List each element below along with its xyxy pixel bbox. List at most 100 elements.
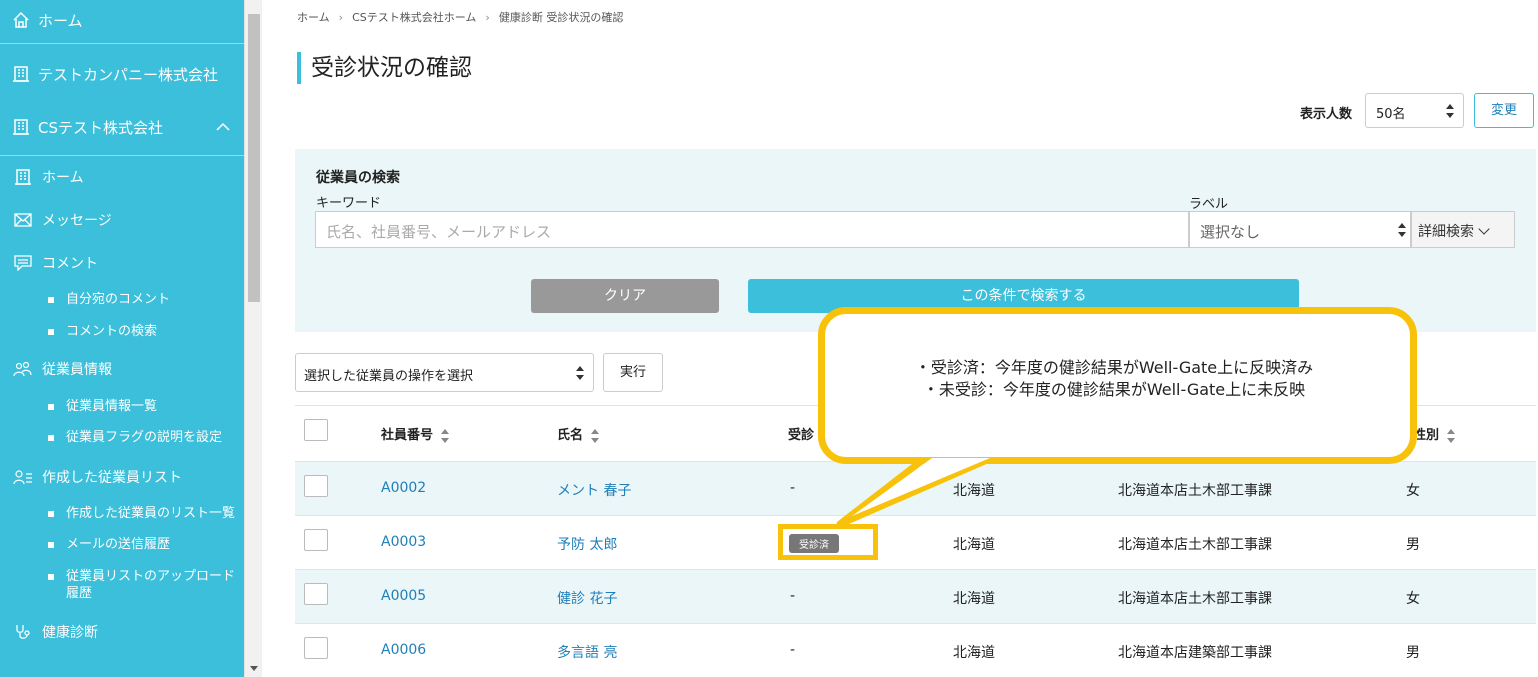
bullet xyxy=(48,574,54,580)
search-panel: 従業員の検索 キーワード 氏名、社員番号、メールアドレス ラベル 選択なし 詳細… xyxy=(295,149,1536,332)
scrollbar-thumb[interactable] xyxy=(248,14,260,302)
employee-id-link[interactable]: A0006 xyxy=(381,642,426,658)
employee-id-link[interactable]: A0002 xyxy=(381,480,426,496)
employee-name-link[interactable]: メント 春子 xyxy=(557,480,631,500)
breadcrumb-separator-icon: › xyxy=(338,11,344,24)
sidebar-subitem-comment-search[interactable]: コメントの検索 xyxy=(48,323,244,340)
sidebar-item-comments[interactable]: コメント xyxy=(0,252,244,274)
detail-search-button[interactable]: 詳細検索 xyxy=(1411,211,1515,248)
display-count-label: 表示人数 xyxy=(1300,107,1353,122)
gender-text: 男 xyxy=(1406,537,1420,553)
column-header-gender[interactable]: 性別 xyxy=(1413,424,1456,443)
sidebar-subitem-label: 従業員リストのアップロード履歴 xyxy=(66,569,236,601)
display-count-value: 50名 xyxy=(1376,107,1406,122)
status-text: - xyxy=(790,642,796,658)
home-icon xyxy=(8,11,34,29)
sidebar-subitem-employee-flag[interactable]: 従業員フラグの説明を設定 xyxy=(48,429,244,446)
column-header-label: 氏名 xyxy=(557,428,584,443)
department-text: 北海道本店土木部工事課 xyxy=(1118,537,1272,553)
sort-icon[interactable] xyxy=(441,428,450,443)
sidebar: ホーム テストカンパニー株式会社 CSテスト株式会社 ホーム メッセージ コメン… xyxy=(0,0,244,677)
table-row: A0002 メント 春子 - 北海道 北海道本店土木部工事課 女 xyxy=(295,461,1536,515)
employee-name-link[interactable]: 健診 花子 xyxy=(557,588,617,608)
employee-id-link[interactable]: A0005 xyxy=(381,588,426,604)
clear-button[interactable]: クリア xyxy=(531,279,719,313)
breadcrumb-company-home[interactable]: CSテスト株式会社ホーム xyxy=(352,11,476,24)
department-text: 北海道本店土木部工事課 xyxy=(1118,483,1272,499)
row-checkbox[interactable] xyxy=(304,583,328,605)
label-select-value: 選択なし xyxy=(1200,223,1261,241)
column-header-name[interactable]: 氏名 xyxy=(557,424,600,443)
breadcrumb-home[interactable]: ホーム xyxy=(297,11,330,24)
sidebar-scrollbar[interactable] xyxy=(244,0,262,677)
display-count-select[interactable]: 50名 xyxy=(1365,93,1464,128)
employee-id-link[interactable]: A0003 xyxy=(381,534,426,550)
select-all-checkbox[interactable] xyxy=(304,419,328,441)
annotation-highlight-box xyxy=(778,524,878,560)
keyword-label: キーワード xyxy=(316,196,382,211)
sidebar-item-employee-info[interactable]: 従業員情報 xyxy=(0,358,244,380)
row-checkbox[interactable] xyxy=(304,529,328,551)
scroll-down-arrow-icon[interactable] xyxy=(250,666,258,671)
chevron-up-icon[interactable] xyxy=(216,118,230,136)
bulk-action-select[interactable]: 選択した従業員の操作を選択 xyxy=(295,353,594,392)
sidebar-subitem-created-list-index[interactable]: 作成した従業員のリスト一覧 xyxy=(48,505,244,522)
building-icon xyxy=(8,65,34,83)
sidebar-item-health-check[interactable]: 健康診断 xyxy=(0,621,244,643)
annotation-text: ・受診済：今年度の健診結果がWell-Gate上に反映済み ・未受診：今年度の健… xyxy=(854,357,1374,401)
person-list-icon xyxy=(10,469,36,485)
bulk-action-value: 選択した従業員の操作を選択 xyxy=(304,369,474,384)
gender-text: 女 xyxy=(1406,591,1420,607)
sidebar-top-cs-company[interactable]: CSテスト株式会社 xyxy=(0,111,244,143)
row-checkbox[interactable] xyxy=(304,637,328,659)
table-row: A0003 予防 太郎 受診済 北海道 北海道本店土木部工事課 男 xyxy=(295,515,1536,569)
region-text: 北海道 xyxy=(953,483,995,499)
column-header-status[interactable]: 受診 xyxy=(788,424,814,443)
sidebar-item-label: メッセージ xyxy=(42,213,112,229)
sidebar-subitem-employee-list[interactable]: 従業員情報一覧 xyxy=(48,398,244,415)
sidebar-subitem-mail-history[interactable]: メールの送信履歴 xyxy=(48,536,244,553)
bullet xyxy=(48,511,54,517)
department-text: 北海道本店土木部工事課 xyxy=(1118,591,1272,607)
sidebar-top-home[interactable]: ホーム xyxy=(0,4,244,36)
employee-name-link[interactable]: 予防 太郎 xyxy=(557,534,617,554)
label-select[interactable]: 選択なし xyxy=(1189,211,1411,248)
annotation-line: ・受診済：今年度の健診結果がWell-Gate上に反映済み xyxy=(914,358,1314,377)
sort-icon[interactable] xyxy=(591,428,600,443)
breadcrumb-separator-icon: › xyxy=(485,11,490,24)
stethoscope-icon xyxy=(10,623,36,641)
sidebar-top-company[interactable]: テストカンパニー株式会社 xyxy=(0,58,244,90)
bullet xyxy=(48,435,54,441)
label-label: ラベル xyxy=(1189,197,1229,212)
bullet xyxy=(48,329,54,335)
select-arrows-icon xyxy=(1398,223,1406,237)
employee-name-link[interactable]: 多言語 亮 xyxy=(557,642,617,662)
bullet xyxy=(48,542,54,548)
change-button[interactable]: 変更 xyxy=(1474,93,1534,128)
column-header-id[interactable]: 社員番号 xyxy=(381,424,450,443)
detail-search-label: 詳細検索 xyxy=(1418,224,1474,240)
keyword-input[interactable]: 氏名、社員番号、メールアドレス xyxy=(315,211,1189,248)
breadcrumb: ホーム › CSテスト株式会社ホーム › 健康診断 受診状況の確認 xyxy=(297,9,623,25)
page-title: 受診状況の確認 xyxy=(297,52,472,84)
search-title: 従業員の検索 xyxy=(316,170,400,186)
sidebar-subitem-label: メールの送信履歴 xyxy=(66,537,171,552)
sort-icon[interactable] xyxy=(1447,428,1456,443)
sidebar-top-label: CSテスト株式会社 xyxy=(38,118,163,137)
mail-icon xyxy=(10,213,36,227)
sidebar-subitem-label: コメントの検索 xyxy=(66,324,158,339)
table-row: A0005 健診 花子 - 北海道 北海道本店土木部工事課 女 xyxy=(295,569,1536,623)
chevron-down-icon xyxy=(1478,223,1490,235)
gender-text: 男 xyxy=(1406,645,1420,661)
breadcrumb-current: 健康診断 受診状況の確認 xyxy=(498,11,624,24)
gender-text: 女 xyxy=(1406,483,1420,499)
sidebar-item-label: 健康診断 xyxy=(42,625,98,641)
sidebar-item-created-lists[interactable]: 作成した従業員リスト xyxy=(0,466,244,488)
sidebar-item-home[interactable]: ホーム xyxy=(0,166,244,188)
sidebar-item-messages[interactable]: メッセージ xyxy=(0,209,244,231)
sidebar-subitem-my-comments[interactable]: 自分宛のコメント xyxy=(48,291,244,308)
sidebar-subitem-upload-history[interactable]: 従業員リストのアップロード履歴 xyxy=(48,568,238,602)
run-button[interactable]: 実行 xyxy=(603,353,663,392)
row-checkbox[interactable] xyxy=(304,475,328,497)
sidebar-item-label: コメント xyxy=(42,256,98,272)
